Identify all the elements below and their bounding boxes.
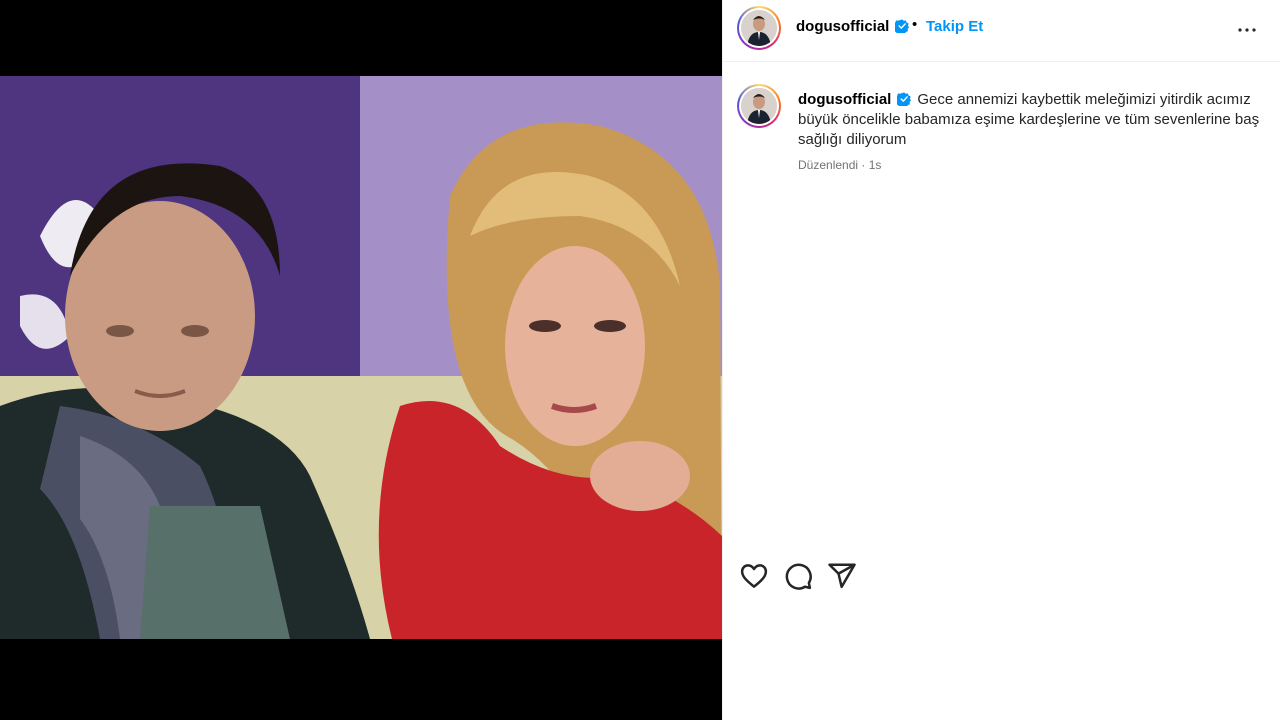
action-bar bbox=[739, 561, 939, 591]
avatar-image bbox=[741, 88, 777, 124]
header-username[interactable]: dogusofficial bbox=[796, 18, 889, 35]
post-meta: Düzenlendi · 1s bbox=[798, 158, 881, 172]
post-photo[interactable] bbox=[0, 76, 722, 639]
follow-button[interactable]: Takip Et bbox=[926, 18, 983, 35]
verified-badge-icon bbox=[891, 18, 909, 36]
heart-icon[interactable] bbox=[739, 561, 769, 591]
more-options-icon[interactable] bbox=[1235, 18, 1259, 42]
avatar[interactable] bbox=[737, 6, 781, 50]
share-icon[interactable] bbox=[827, 561, 857, 591]
time-ago[interactable]: 1s bbox=[869, 158, 882, 172]
post-header: dogusofficial • Takip Et bbox=[723, 0, 1280, 62]
media-pane bbox=[0, 0, 722, 720]
instagram-post-view: dogusofficial • Takip Et dogusofficial G… bbox=[0, 0, 1280, 720]
comment-icon[interactable] bbox=[783, 561, 813, 591]
caption-username[interactable]: dogusofficial bbox=[798, 91, 891, 108]
caption-avatar[interactable] bbox=[737, 84, 781, 128]
verified-badge-icon bbox=[897, 92, 912, 106]
caption-text: dogusofficial Gece annemizi kaybettik me… bbox=[798, 90, 1268, 150]
avatar-image bbox=[741, 10, 777, 46]
post-sidebar: dogusofficial • Takip Et dogusofficial G… bbox=[722, 0, 1280, 720]
meta-separator: · bbox=[861, 158, 866, 172]
dot-separator: • bbox=[912, 16, 918, 33]
edited-label: Düzenlendi bbox=[798, 158, 859, 172]
